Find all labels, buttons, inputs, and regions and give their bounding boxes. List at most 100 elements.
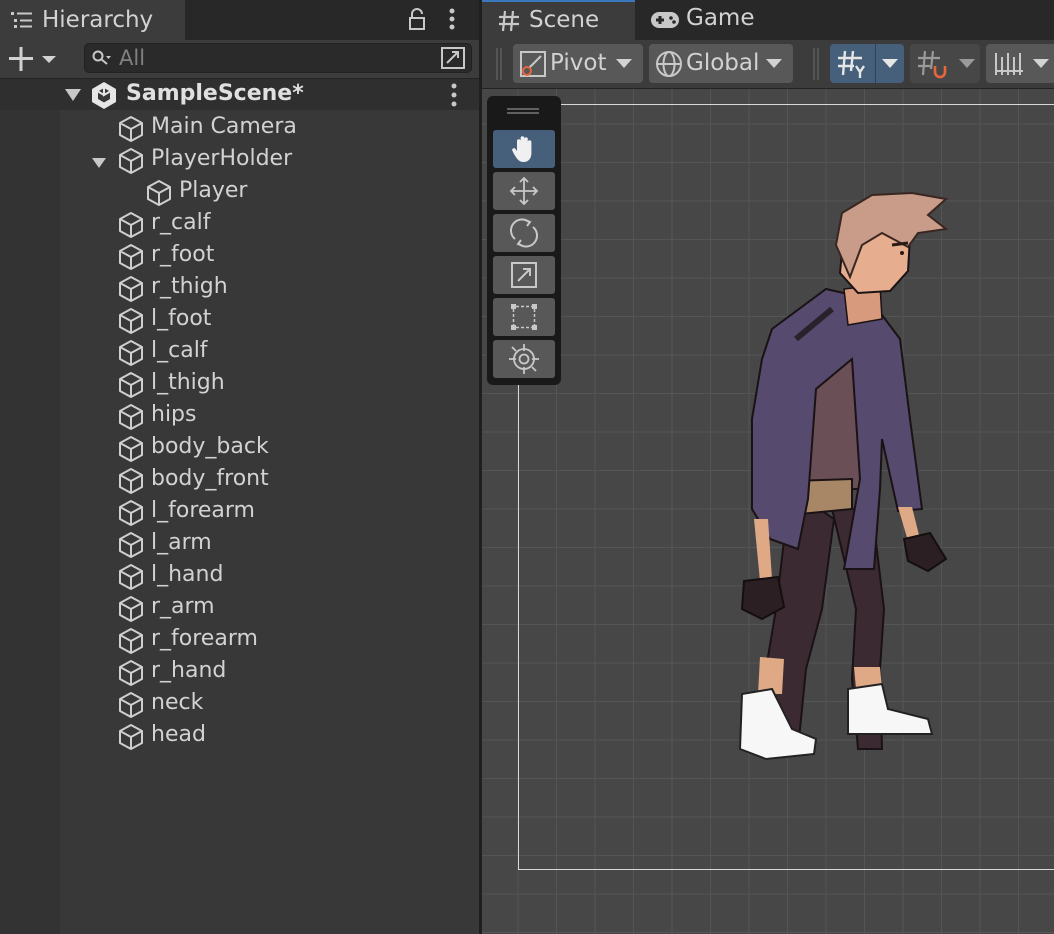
hierarchy-item-label: l_calf — [151, 338, 208, 363]
scene-viewport[interactable] — [482, 89, 1054, 934]
hierarchy-item[interactable]: r_forearm — [117, 624, 497, 656]
gamepad-icon — [651, 12, 679, 28]
gameobject-cube-icon — [117, 243, 145, 275]
hierarchy-item[interactable]: l_thigh — [117, 368, 497, 400]
hierarchy-item[interactable]: l_arm — [117, 528, 497, 560]
search-field[interactable] — [84, 43, 472, 73]
hierarchy-item[interactable]: l_forearm — [117, 496, 497, 528]
add-dropdown-icon[interactable] — [8, 46, 60, 72]
pivot-dropdown[interactable]: Pivot — [513, 44, 643, 83]
hierarchy-item-label: l_thigh — [151, 370, 225, 395]
hierarchy-item[interactable]: body_back — [117, 432, 497, 464]
hierarchy-item[interactable]: r_thigh — [117, 272, 497, 304]
move-tool-button[interactable] — [493, 172, 555, 210]
scene-toolbar: Pivot Global — [482, 40, 1054, 89]
hierarchy-gutter — [0, 110, 60, 934]
chevron-down-icon — [766, 59, 782, 68]
kebab-menu-icon[interactable] — [446, 8, 458, 32]
gameobject-cube-icon — [117, 403, 145, 435]
toolbar-grip[interactable] — [813, 48, 819, 80]
hierarchy-item[interactable]: r_foot — [117, 240, 497, 272]
gameobject-cube-icon — [117, 211, 145, 243]
hierarchy-item-label: l_arm — [151, 530, 212, 555]
hierarchy-tab-bar: Hierarchy — [0, 0, 479, 40]
hand-tool-button[interactable] — [493, 130, 555, 168]
hierarchy-tab[interactable]: Hierarchy — [0, 0, 185, 40]
scene-menu-icon[interactable] — [448, 83, 460, 107]
gameobject-cube-icon — [117, 499, 145, 531]
hierarchy-item-label: r_forearm — [151, 626, 258, 651]
transform-tool-button[interactable] — [493, 340, 555, 378]
gameobject-cube-icon — [117, 307, 145, 339]
pivot-label: Pivot — [550, 50, 607, 76]
list-icon — [11, 12, 32, 28]
hierarchy-item[interactable]: neck — [117, 688, 497, 720]
rect-transform-icon — [511, 304, 537, 330]
overlay-grip[interactable] — [507, 108, 539, 114]
global-label: Global — [686, 50, 760, 76]
search-input[interactable] — [119, 44, 419, 72]
hierarchy-title: Hierarchy — [42, 7, 154, 33]
hierarchy-item[interactable]: Player — [145, 176, 525, 208]
hierarchy-panel: Hierarchy All SampleScene* Main Camera P… — [0, 0, 479, 934]
tab-game-label: Game — [686, 5, 755, 31]
gameobject-cube-icon — [117, 595, 145, 627]
gameobject-cube-icon — [117, 339, 145, 371]
hierarchy-item[interactable]: r_arm — [117, 592, 497, 624]
gameobject-cube-icon — [145, 179, 173, 211]
hierarchy-item-label: body_front — [151, 466, 269, 491]
scale-tool-button[interactable] — [493, 256, 555, 294]
hierarchy-item[interactable]: r_hand — [117, 656, 497, 688]
gameobject-cube-icon — [117, 531, 145, 563]
gameobject-cube-icon — [117, 115, 145, 147]
gameobject-cube-icon — [117, 371, 145, 403]
hierarchy-item-label: l_forearm — [151, 498, 255, 523]
pivot-icon — [520, 51, 546, 77]
hierarchy-item-label: neck — [151, 690, 204, 715]
hierarchy-item[interactable]: r_calf — [117, 208, 497, 240]
incremental-snap-toggle[interactable] — [910, 44, 980, 83]
gameobject-cube-icon — [117, 627, 145, 659]
gameobject-cube-icon — [117, 563, 145, 595]
hierarchy-item-label: body_back — [151, 434, 269, 459]
rulers-button[interactable] — [986, 44, 1054, 83]
chevron-down-icon — [616, 59, 632, 68]
hierarchy-item-label: r_hand — [151, 658, 227, 683]
tab-game[interactable]: Game — [642, 0, 772, 40]
rotate-tool-button[interactable] — [493, 214, 555, 252]
expand-arrow-icon[interactable] — [64, 88, 82, 102]
tab-scene[interactable]: Scene — [482, 0, 635, 40]
hierarchy-item[interactable]: body_front — [117, 464, 497, 496]
grid-snap-toggle[interactable] — [830, 44, 904, 83]
hierarchy-item[interactable]: l_hand — [117, 560, 497, 592]
scene-search-icon[interactable] — [440, 46, 466, 70]
gameobject-cube-icon — [117, 659, 145, 691]
hierarchy-item[interactable]: PlayerHolder — [92, 144, 497, 176]
gameobject-cube-icon — [117, 691, 145, 723]
hierarchy-item[interactable]: head — [117, 720, 497, 752]
hand-icon — [512, 136, 532, 162]
hierarchy-item-label: l_hand — [151, 562, 224, 587]
hierarchy-item-label: r_foot — [151, 242, 215, 267]
hierarchy-item-label: r_thigh — [151, 274, 228, 299]
hierarchy-item[interactable]: Main Camera — [117, 112, 497, 144]
hierarchy-item-label: hips — [151, 402, 197, 427]
hierarchy-item-label: r_arm — [151, 594, 215, 619]
transform-icon — [509, 344, 539, 374]
player-character-sprite[interactable] — [732, 189, 972, 769]
scale-icon — [511, 262, 537, 288]
lock-icon[interactable] — [407, 8, 427, 32]
scene-name: SampleScene* — [126, 81, 304, 106]
toolbar-grip[interactable] — [496, 48, 502, 80]
global-dropdown[interactable]: Global — [649, 44, 793, 83]
rect-tool-button[interactable] — [493, 298, 555, 336]
hierarchy-toolbar — [0, 40, 479, 79]
hierarchy-item[interactable]: l_calf — [117, 336, 497, 368]
hierarchy-item[interactable]: l_foot — [117, 304, 497, 336]
snap-magnet-icon — [918, 50, 947, 79]
hierarchy-item-label: l_foot — [151, 306, 212, 331]
hierarchy-item[interactable]: hips — [117, 400, 497, 432]
scene-root-row[interactable]: SampleScene* — [0, 79, 479, 110]
hierarchy-item-label: r_calf — [151, 210, 211, 235]
expand-arrow-icon[interactable] — [91, 154, 107, 173]
